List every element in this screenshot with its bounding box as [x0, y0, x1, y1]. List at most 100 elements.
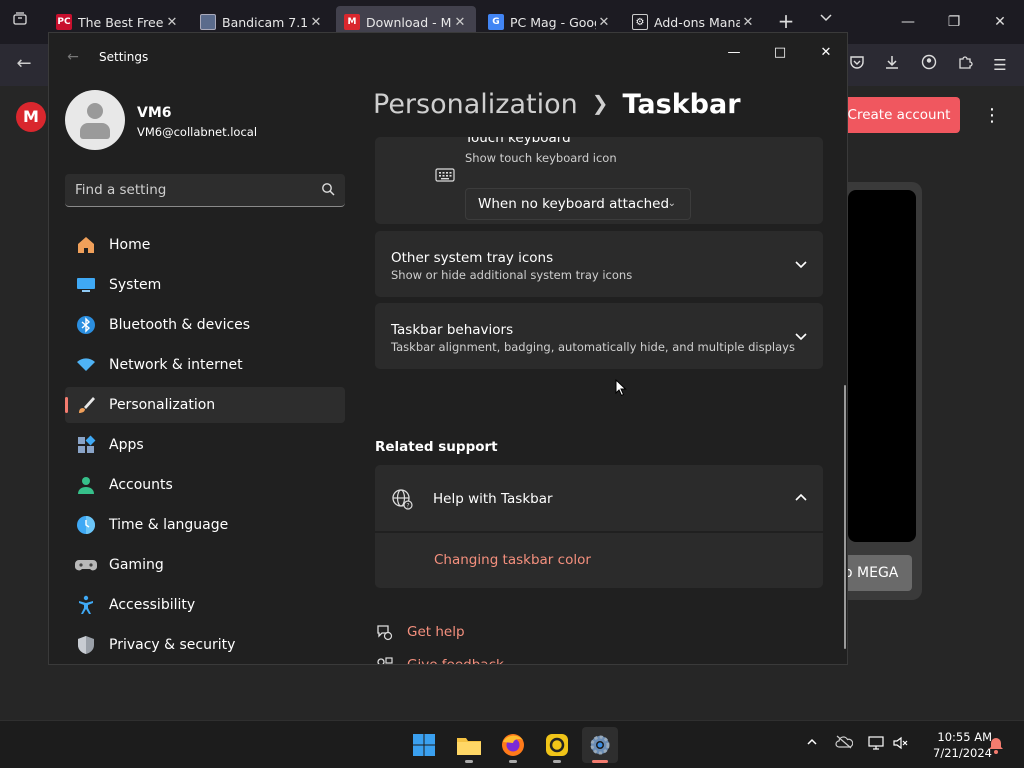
close-tab-icon[interactable]: ✕ — [164, 15, 180, 30]
breadcrumb-current: Taskbar — [622, 89, 741, 120]
start-button[interactable] — [406, 727, 442, 763]
related-support-heading: Related support — [375, 439, 498, 455]
search-icon[interactable] — [321, 182, 335, 196]
close-tab-icon[interactable]: ✕ — [740, 15, 756, 30]
chevron-down-icon[interactable] — [793, 328, 809, 344]
help-with-taskbar-header[interactable]: ? Help with Taskbar — [375, 465, 823, 531]
close-tab-icon[interactable]: ✕ — [596, 15, 612, 30]
chevron-down-icon: ⌄ — [667, 198, 676, 209]
settings-taskbar-button[interactable] — [582, 727, 618, 763]
firefox-button[interactable] — [495, 727, 531, 763]
sidebar-item-system[interactable]: System — [65, 267, 345, 303]
feedback-icon — [377, 657, 393, 664]
browser-restore-button[interactable]: ❐ — [934, 6, 974, 38]
sidebar-item-network-internet[interactable]: Network & internet — [65, 347, 345, 383]
network-display-icon[interactable] — [866, 735, 886, 755]
pocket-icon[interactable] — [846, 54, 868, 76]
promo-button[interactable]: o MEGA — [840, 555, 912, 591]
settings-maximize-button[interactable]: □ — [757, 37, 803, 69]
tab-list-icon[interactable] — [8, 10, 32, 34]
get-help-icon — [377, 625, 393, 641]
settings-window-title: Settings — [99, 50, 149, 64]
tabs-overflow-chevron-icon[interactable] — [814, 10, 838, 34]
close-tab-icon[interactable]: ✕ — [308, 15, 324, 30]
search-box — [65, 174, 345, 207]
give-feedback-link[interactable]: Give feedback — [407, 657, 504, 664]
sidebar-item-label: Accounts — [109, 477, 173, 493]
tab-title: The Best Free An — [78, 14, 164, 30]
mega-logo[interactable]: M — [16, 102, 46, 132]
browser-close-button[interactable]: ✕ — [980, 6, 1020, 38]
sidebar-item-label: Time & language — [109, 517, 229, 533]
settings-minimize-button[interactable]: — — [711, 37, 757, 69]
firefox-icon — [502, 734, 524, 756]
sidebar-item-personalization[interactable]: Personalization — [65, 387, 345, 423]
bandicam-button[interactable] — [539, 727, 575, 763]
selection-indicator — [65, 397, 68, 413]
extensions-puzzle-icon[interactable] — [954, 54, 976, 76]
tab-favicon-icon: ⚙ — [632, 14, 648, 30]
gear-icon — [590, 735, 610, 755]
sidebar-item-label: Bluetooth & devices — [109, 317, 251, 333]
user-name: VM6 — [137, 105, 172, 121]
touch-keyboard-dropdown-value: When no keyboard attached — [478, 196, 670, 212]
tray-overflow-chevron-icon[interactable] — [802, 735, 822, 755]
more-options-icon[interactable]: ⋮ — [982, 104, 1002, 128]
volume-muted-icon[interactable] — [891, 735, 911, 755]
notification-bell-icon[interactable] — [986, 735, 1006, 755]
give-feedback-row[interactable]: Give feedback — [375, 656, 823, 664]
chevron-up-icon[interactable] — [793, 490, 809, 506]
clock-date: 7/21/2024 — [933, 746, 992, 760]
sidebar-item-label: System — [109, 277, 162, 293]
downloads-icon[interactable] — [881, 54, 903, 76]
avatar[interactable] — [65, 90, 125, 150]
personalization-brush-icon — [75, 394, 97, 416]
sidebar-item-home[interactable]: Home — [65, 227, 345, 263]
sidebar-item-label: Apps — [109, 437, 144, 453]
help-with-taskbar-title: Help with Taskbar — [433, 491, 553, 507]
browser-minimize-button[interactable]: — — [888, 6, 928, 38]
changing-taskbar-color-link[interactable]: Changing taskbar color — [434, 552, 591, 568]
browser-back-button[interactable]: ← — [12, 53, 36, 77]
content-scrollbar[interactable] — [844, 385, 846, 649]
system-icon — [75, 274, 97, 296]
search-input[interactable] — [75, 174, 315, 206]
bandicam-icon — [546, 734, 568, 756]
clock-time: 10:55 AM — [937, 730, 992, 744]
taskbar-behaviors-card[interactable]: Taskbar behaviors Taskbar alignment, bad… — [375, 303, 823, 369]
apps-icon — [75, 434, 97, 456]
chevron-down-icon[interactable] — [793, 256, 809, 272]
onedrive-offline-icon[interactable] — [834, 735, 854, 755]
settings-back-icon[interactable]: ← — [63, 47, 83, 67]
sidebar-item-accounts[interactable]: Accounts — [65, 467, 345, 503]
windows-logo-icon — [413, 734, 435, 756]
sidebar-item-time-language[interactable]: Time & language — [65, 507, 345, 543]
sidebar-item-label: Network & internet — [109, 357, 243, 373]
gaming-icon — [75, 554, 97, 576]
breadcrumb-parent[interactable]: Personalization — [373, 89, 578, 120]
sidebar-item-apps[interactable]: Apps — [65, 427, 345, 463]
touch-keyboard-dropdown[interactable]: When no keyboard attached ⌄ — [465, 188, 691, 220]
sidebar-item-label: Privacy & security — [109, 637, 236, 653]
file-explorer-button[interactable] — [451, 727, 487, 763]
create-account-button[interactable]: Create account — [838, 97, 960, 133]
menu-hamburger-icon[interactable]: ☰ — [989, 54, 1011, 76]
settings-close-button[interactable]: ✕ — [803, 37, 847, 69]
help-with-taskbar-body: Changing taskbar color — [375, 533, 823, 588]
get-help-row[interactable]: Get help — [375, 623, 823, 641]
sidebar-item-gaming[interactable]: Gaming — [65, 547, 345, 583]
close-tab-icon[interactable]: ✕ — [452, 15, 468, 30]
get-help-link[interactable]: Get help — [407, 624, 465, 640]
sidebar-item-bluetooth-devices[interactable]: Bluetooth & devices — [65, 307, 345, 343]
sidebar-item-accessibility[interactable]: Accessibility — [65, 587, 345, 623]
sidebar-item-privacy-security[interactable]: Privacy & security — [65, 627, 345, 663]
touch-keyboard-title: Touch keyboard — [465, 137, 571, 146]
keyboard-icon — [435, 168, 455, 182]
other-tray-icons-card[interactable]: Other system tray icons Show or hide add… — [375, 231, 823, 297]
account-icon[interactable] — [918, 54, 940, 76]
new-tab-button[interactable]: + — [774, 10, 798, 34]
accessibility-icon — [75, 594, 97, 616]
system-clock[interactable]: 10:55 AM 7/21/2024 — [918, 729, 992, 761]
tab-title: Download - ME — [366, 14, 452, 30]
home-icon — [75, 234, 97, 256]
